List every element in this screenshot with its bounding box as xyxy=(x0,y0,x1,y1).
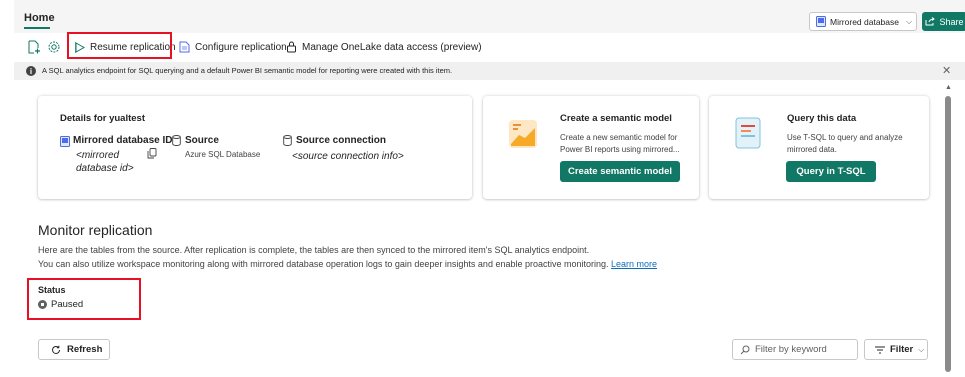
database-icon xyxy=(816,16,826,27)
details-card: Details for yualtest Mirrored database I… xyxy=(38,96,472,199)
configure-replication-button[interactable]: Configure replication xyxy=(179,36,287,58)
source-connection-value: <source connection info> xyxy=(292,151,404,162)
scroll-up-icon[interactable]: ▲ xyxy=(945,84,952,91)
filter-icon xyxy=(875,346,885,353)
query-data-desc-line2: mirrored data. xyxy=(787,145,837,154)
share-label: Share xyxy=(939,16,964,27)
monitor-desc-line1: Here are the tables from the source. Aft… xyxy=(38,245,590,255)
source-connection-icon xyxy=(283,135,292,146)
copy-icon[interactable] xyxy=(147,148,157,159)
query-data-desc-line1: Use T-SQL to query and analyze xyxy=(787,133,903,142)
manage-onelake-access-label: Manage OneLake data access (preview) xyxy=(302,41,482,53)
learn-more-link[interactable]: Learn more xyxy=(611,259,657,269)
settings-icon[interactable] xyxy=(47,40,61,54)
semantic-model-card: Create a semantic model Create a new sem… xyxy=(483,96,699,199)
semantic-model-title: Create a semantic model xyxy=(560,113,672,124)
details-card-title: Details for yualtest xyxy=(60,113,145,124)
source-icon xyxy=(172,135,181,146)
query-data-title: Query this data xyxy=(787,113,857,124)
scroll-thumb[interactable] xyxy=(945,96,951,372)
query-tsql-button[interactable]: Query in T-SQL xyxy=(786,161,876,182)
monitor-replication-title: Monitor replication xyxy=(38,222,153,238)
info-bar: i A SQL analytics endpoint for SQL query… xyxy=(14,62,965,80)
search-icon xyxy=(740,345,750,354)
query-data-card: Query this data Use T-SQL to query and a… xyxy=(709,96,929,199)
status-highlight xyxy=(27,278,141,320)
source-connection-label: Source connection xyxy=(296,135,387,146)
info-message: A SQL analytics endpoint for SQL queryin… xyxy=(42,66,453,75)
filter-placeholder: Filter by keyword xyxy=(755,344,827,355)
filter-button[interactable]: Filter ⌵ xyxy=(864,339,928,360)
create-semantic-model-button[interactable]: Create semantic model xyxy=(560,161,680,182)
semantic-model-desc-line1: Create a new semantic model for xyxy=(560,133,678,142)
monitor-desc-line2-text: You can also utilize workspace monitorin… xyxy=(38,259,609,269)
configure-replication-label: Configure replication xyxy=(195,41,287,53)
refresh-label: Refresh xyxy=(67,344,103,355)
source-label: Source xyxy=(185,135,219,146)
chevron-down-icon: ⌵ xyxy=(905,16,913,26)
vertical-scrollbar[interactable]: ▲ xyxy=(943,82,953,377)
top-bar: Home Mirrored database ⌵ Share xyxy=(14,0,965,33)
mirrored-db-id-label: Mirrored database ID xyxy=(73,135,173,146)
filter-keyword-input[interactable]: Filter by keyword xyxy=(732,339,858,360)
semantic-model-icon xyxy=(509,120,537,148)
source-value: Azure SQL Database xyxy=(185,150,261,159)
share-button[interactable]: Share xyxy=(922,12,965,31)
tab-home-underline xyxy=(24,27,50,29)
item-type-label: Mirrored database xyxy=(830,16,899,27)
mirrored-db-id-value-line2: database id> xyxy=(76,163,134,174)
refresh-icon xyxy=(52,345,60,354)
lock-icon xyxy=(287,41,296,53)
new-item-icon[interactable] xyxy=(27,40,41,54)
item-type-dropdown[interactable]: Mirrored database ⌵ xyxy=(809,12,917,31)
database-icon xyxy=(60,136,70,147)
refresh-button[interactable]: Refresh xyxy=(38,339,110,360)
semantic-model-desc-line2: Power BI reports using mirrored... xyxy=(560,145,680,154)
configure-icon xyxy=(179,41,190,53)
tab-home[interactable]: Home xyxy=(24,12,55,24)
close-icon[interactable]: ✕ xyxy=(942,64,951,77)
resume-replication-highlight xyxy=(67,32,172,59)
share-icon xyxy=(925,17,936,26)
manage-onelake-access-button[interactable]: Manage OneLake data access (preview) xyxy=(286,36,482,58)
info-icon: i xyxy=(26,66,36,76)
mirrored-db-id-value-line1: <mirrored xyxy=(76,150,120,161)
query-document-icon xyxy=(735,117,761,149)
filter-label: Filter xyxy=(890,344,914,355)
chevron-down-icon: ⌵ xyxy=(918,344,925,354)
monitor-desc-line2: You can also utilize workspace monitorin… xyxy=(38,259,657,269)
